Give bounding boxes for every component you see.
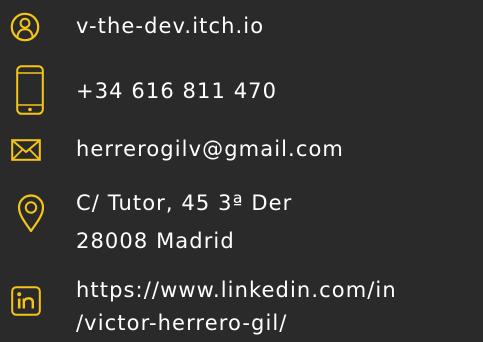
phone-number[interactable]: +34 616 811 470	[76, 76, 277, 106]
website-link[interactable]: v-the-dev.itch.io	[76, 11, 264, 41]
mail-icon	[11, 139, 41, 161]
linkedin-link-line-1[interactable]: https://www.linkedin.com/in	[76, 275, 397, 305]
address-row: C/ Tutor, 45 3ª Der 28008 Madrid	[0, 182, 483, 262]
phone-icon	[16, 65, 44, 115]
address-line-2: 28008 Madrid	[76, 229, 235, 253]
linkedin-icon	[11, 286, 41, 316]
user-icon	[10, 12, 40, 42]
email-row[interactable]: herrerogilv@gmail.com	[0, 130, 483, 172]
website-row[interactable]: v-the-dev.itch.io	[0, 0, 483, 52]
email-address[interactable]: herrerogilv@gmail.com	[76, 134, 344, 164]
contact-info-list: v-the-dev.itch.io +34 616 811 470 herrer…	[0, 0, 483, 342]
phone-row[interactable]: +34 616 811 470	[0, 62, 483, 120]
address-line-1: C/ Tutor, 45 3ª Der	[76, 191, 293, 215]
location-pin-icon	[17, 193, 45, 233]
linkedin-link-line-2[interactable]: /victor-herrero-gil/	[76, 308, 287, 338]
linkedin-row[interactable]: https://www.linkedin.com/in /victor-herr…	[0, 268, 483, 342]
